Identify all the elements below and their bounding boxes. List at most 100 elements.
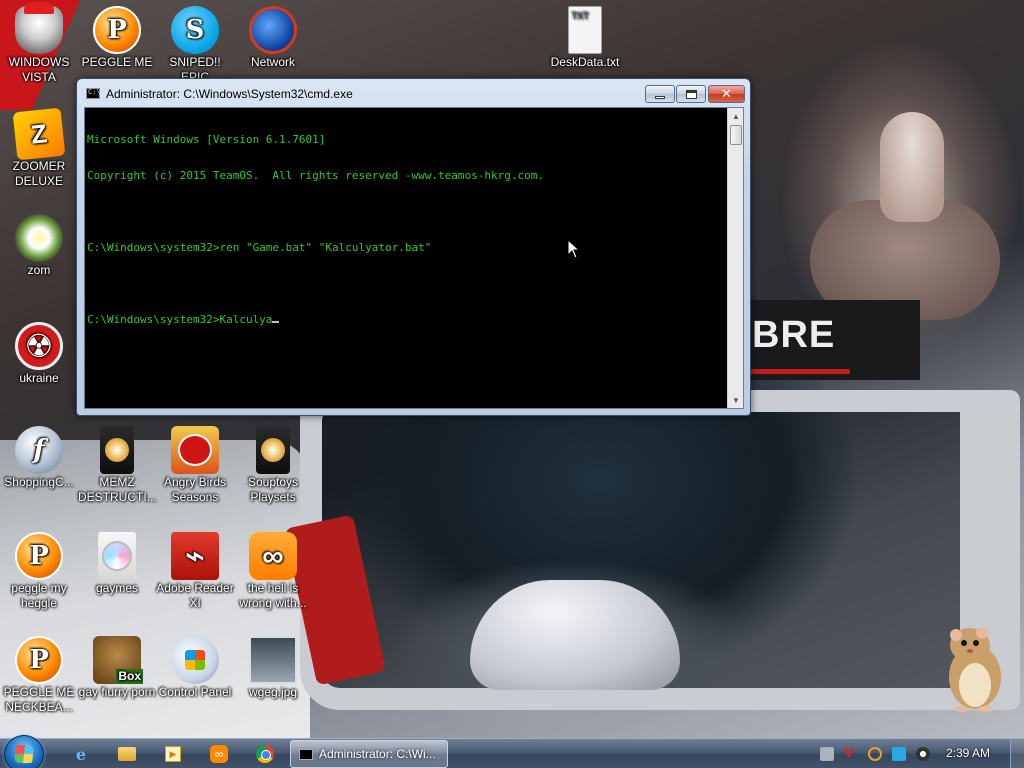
desktop-icon-windows-vista[interactable]: WINDOWS VISTA (0, 2, 78, 85)
console-line: C:\Windows\system32>ren "Game.bat" "Kalc… (87, 241, 432, 254)
radiation-icon (15, 322, 63, 370)
taskbar-windows-explorer[interactable] (110, 742, 144, 766)
taskbar-internet-explorer[interactable]: e (64, 742, 98, 766)
console-area[interactable]: Microsoft Windows [Version 6.1.7601] Cop… (84, 107, 744, 409)
desktop-icon-label: gaymes (95, 581, 139, 595)
zoomer-icon: Z (12, 107, 66, 161)
desktop-icon-label: zom (27, 263, 51, 277)
desktop-icon-peggle-me-neckbeard[interactable]: P PEGGLE ME NECKBEA... (0, 636, 78, 715)
desktop-icon-peggle-me[interactable]: P PEGGLE ME (78, 6, 156, 70)
desktop-icon-peggle-my-heggle[interactable]: P peggle my heggle (0, 532, 78, 611)
console-prompt: C:\Windows\system32>Kalculya (87, 313, 273, 326)
text-cursor (272, 321, 280, 323)
taskbar-task-label: Administrator: C:\Wi... (319, 747, 436, 761)
desktop-icon-label: ZOOMER DELUXE (12, 159, 66, 188)
close-button[interactable]: ✕ (708, 85, 745, 103)
peggle-icon: P (15, 532, 63, 580)
desktop-icon-label: MEMZ DESTRUCTI... (78, 475, 157, 504)
wallpaper-thumb (880, 112, 944, 222)
desktop-icon-the-hell-is-wrong[interactable]: the hell is wrong with... (234, 532, 312, 611)
uc-browser-icon (249, 532, 297, 580)
wallpaper-sign-text: BRE (752, 314, 836, 356)
wallpaper-helmet (470, 580, 680, 690)
desktop-icon-angry-birds-seasons[interactable]: Angry Birds Seasons (156, 426, 234, 505)
desktop-icon-label: ukraine (19, 371, 59, 385)
angry-birds-icon (171, 426, 219, 474)
scroll-down-icon[interactable]: ▼ (728, 392, 744, 408)
hamster-desktop-pet[interactable] (940, 615, 1010, 715)
maximize-button[interactable] (676, 85, 706, 103)
desktop-icon-zoomer-deluxe[interactable]: Z ZOOMER DELUXE (0, 107, 78, 189)
windows-explorer-icon (118, 747, 136, 761)
desktop-icon-deskdata-txt[interactable]: DeskData.txt (546, 6, 624, 70)
clock[interactable]: 2:39 AM (946, 746, 990, 760)
desktop-icon-label: DeskData.txt (550, 55, 620, 69)
console-line: Copyright (c) 2015 TeamOS. All rights re… (87, 169, 544, 182)
souptoys-icon (256, 426, 290, 474)
chrome-icon (256, 745, 274, 763)
desktop-icon-label: WINDOWS VISTA (8, 55, 70, 84)
display-tray-icon[interactable] (892, 747, 906, 761)
show-desktop-button[interactable] (1010, 739, 1024, 768)
bear-box-icon (93, 636, 143, 684)
desktop-icon-network[interactable]: Network (234, 6, 312, 70)
text-file-icon (568, 6, 602, 54)
cmd-icon[interactable] (86, 88, 101, 99)
peggle-icon: P (93, 6, 141, 54)
network-tray-icon[interactable] (820, 747, 834, 761)
desktop-icon-label: the hell is wrong with... (239, 581, 307, 610)
desktop-icon-ukraine[interactable]: ukraine (0, 322, 78, 386)
console-line: Microsoft Windows [Version 6.1.7601] (87, 133, 326, 146)
desktop-icon-label: Adobe Reader XI (156, 581, 234, 610)
desktop-icon-wgeg-jpg[interactable]: wgeg.jpg (234, 636, 312, 700)
desktop-icon-label: PEGGLE ME (81, 55, 153, 69)
flash-icon: f (15, 426, 63, 474)
minimize-icon (655, 95, 665, 99)
desktop-icon-label: Angry Birds Seasons (163, 475, 227, 504)
desktop-icon-adobe-reader[interactable]: Adobe Reader XI (156, 532, 234, 611)
scroll-up-icon[interactable]: ▲ (728, 108, 744, 124)
control-panel-icon (171, 636, 219, 684)
desktop-icon-gaymes[interactable]: gaymes (78, 532, 156, 596)
desktop-icon-label: Souptoys Playsets (247, 475, 299, 504)
taskbar-media-player[interactable]: ▶ (156, 742, 190, 766)
scrollbar-thumb[interactable] (730, 125, 742, 145)
desktop-icon-bear-box[interactable]: gay fiurry porn (78, 636, 156, 700)
desktop-icon-zom[interactable]: zom (0, 214, 78, 278)
cmd-window[interactable]: Administrator: C:\Windows\System32\cmd.e… (76, 78, 751, 416)
desktop-icon-memz[interactable]: MEMZ DESTRUCTI... (78, 426, 157, 505)
image-file-icon (249, 636, 297, 684)
desktop-icon-souptoys-playsets[interactable]: Souptoys Playsets (234, 426, 312, 505)
console-input-line[interactable]: C:\Windows\system32>Kalculya (87, 314, 727, 326)
volume-tray-icon[interactable] (916, 747, 930, 761)
wallpaper-sign: BRE (740, 300, 920, 380)
window-titlebar[interactable]: Administrator: C:\Windows\System32\cmd.e… (77, 79, 750, 107)
desktop-icon-label: wgeg.jpg (248, 685, 298, 699)
taskbar: e ▶ ∞ Administrator: C:\Wi... V 2:39 AM (0, 735, 1024, 768)
desktop-icon-label: peggle my heggle (11, 581, 67, 610)
skype-icon: S (171, 6, 219, 54)
desktop-icon-label: ShoppingC... (4, 475, 74, 489)
vertical-scrollbar[interactable]: ▲ ▼ (727, 108, 743, 408)
taskbar-chrome[interactable] (248, 742, 282, 766)
antivirus-tray-icon[interactable]: V (844, 744, 858, 761)
cmd-icon (299, 748, 313, 760)
memz-icon (100, 426, 134, 474)
start-button[interactable] (4, 735, 44, 768)
plants-vs-zombies-icon (15, 214, 63, 262)
search-tray-icon[interactable] (868, 747, 882, 761)
desktop-icon-control-panel[interactable]: Control Panel (156, 636, 234, 700)
minimize-button[interactable] (645, 85, 675, 103)
desktop-icon-sniped-epic[interactable]: S SNIPED!! EPIC (156, 6, 234, 85)
maximize-icon (685, 89, 697, 99)
console-output[interactable]: Microsoft Windows [Version 6.1.7601] Cop… (85, 108, 727, 408)
peggle-icon: P (15, 636, 63, 684)
taskbar-uc-browser[interactable]: ∞ (202, 742, 236, 766)
desktop-icon-shopping[interactable]: f ShoppingC... (0, 426, 78, 490)
taskbar-cmd-task[interactable]: Administrator: C:\Wi... (290, 740, 448, 768)
windows-vista-icon (15, 2, 63, 54)
uc-browser-icon: ∞ (210, 745, 228, 763)
mouse-pointer-icon (567, 239, 581, 259)
